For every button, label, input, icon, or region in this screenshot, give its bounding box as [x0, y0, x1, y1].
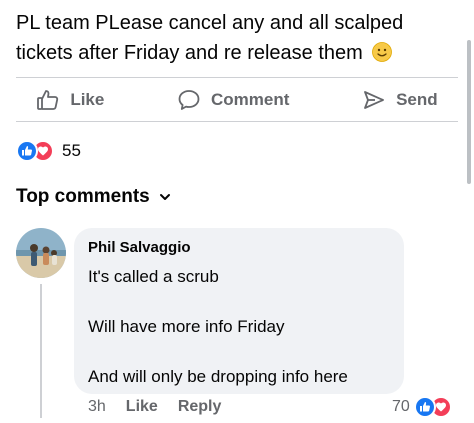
top-comments-dropdown[interactable]: Top comments [16, 186, 172, 208]
avatar[interactable] [16, 228, 66, 278]
comment-line: Will have more info Friday [88, 317, 285, 336]
like-reaction-icon [413, 396, 436, 418]
post-body: PL team PLease cancel any and all scalpe… [16, 12, 404, 64]
comment-bubble[interactable]: Phil Salvaggio It's called a scrub Will … [74, 228, 404, 394]
thumbs-up-icon [37, 89, 59, 110]
comment-meta: 3h Like Reply [88, 398, 221, 416]
comment-like-button[interactable]: Like [126, 398, 158, 416]
comment-reaction-count: 70 [392, 398, 410, 415]
divider-bottom [16, 121, 458, 122]
slightly-smiling-face-icon [372, 42, 393, 62]
post-actions-bar: Like Comment Send [0, 78, 474, 121]
chevron-down-icon [159, 194, 170, 200]
like-label: Like [70, 89, 105, 109]
scrollbar[interactable] [467, 40, 471, 184]
comment-reply-button[interactable]: Reply [178, 398, 222, 416]
reactions-summary[interactable]: 55 [16, 140, 81, 162]
like-button[interactable]: Like [36, 88, 104, 112]
comment-author[interactable]: Phil Salvaggio [88, 238, 390, 258]
comment-line: And will only be dropping info here [88, 367, 348, 386]
comment-button[interactable]: Comment [177, 88, 289, 112]
comment-bubble-icon [178, 89, 200, 110]
comment-line: It's called a scrub [88, 267, 219, 286]
reaction-count: 55 [62, 141, 81, 160]
send-button[interactable]: Send [362, 88, 438, 112]
comment-reactions[interactable]: 70 [392, 396, 452, 418]
like-reaction-icon [16, 140, 38, 162]
send-label: Send [396, 89, 438, 109]
comment-timestamp[interactable]: 3h [88, 398, 106, 416]
send-arrow-icon [364, 90, 384, 109]
post-text: PL team PLease cancel any and all scalpe… [16, 8, 456, 68]
top-comments-label: Top comments [16, 186, 150, 207]
thread-line [40, 284, 42, 418]
comment-label: Comment [211, 89, 290, 109]
